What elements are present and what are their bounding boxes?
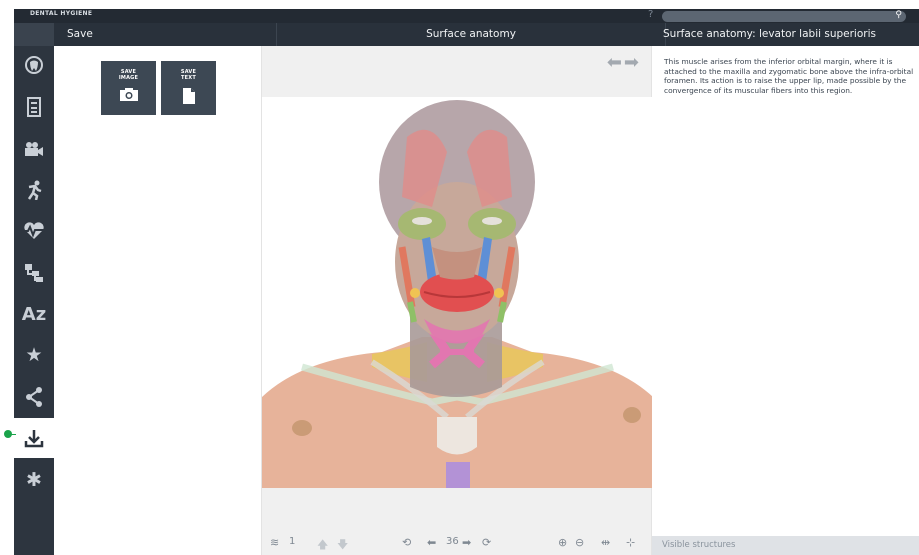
app-window: DENTAL HYGIENE ? ⚲ Az ★ ✱ Save Surface a… [4,0,919,555]
layers-icon[interactable]: ≋ [270,536,279,549]
tooth-icon[interactable] [14,46,54,86]
search-icon[interactable]: ⚲ [895,10,902,20]
nav-arrows[interactable]: ⬅➡ [607,52,641,73]
hierarchy-icon[interactable] [14,253,54,293]
sidebar-header [14,23,54,46]
save-panel-title: Save [67,28,93,40]
book-icon[interactable] [14,87,54,127]
az-icon[interactable]: Az [14,294,54,334]
zoom-out-icon[interactable]: ⊖ [575,536,584,549]
rotation-steps: 36 [446,536,459,547]
3d-model[interactable] [262,97,653,488]
camera-icon [119,88,138,101]
visible-structures-label: Visible structures [662,540,736,550]
step-forward-icon[interactable]: ➡ [462,536,471,549]
pointer-line [10,434,16,435]
info-panel: This muscle arises from the inferior orb… [652,46,919,555]
top-bar: DENTAL HYGIENE ? ⚲ [14,9,919,23]
running-person-icon[interactable] [14,170,54,210]
sidebar: Az ★ ✱ [14,23,54,555]
rotate-right-icon[interactable]: ⟳ [482,536,491,549]
layer-count: 1 [289,536,296,547]
save-image-button[interactable]: SAVE IMAGE [101,61,156,115]
save-image-label-line2: IMAGE [118,75,139,81]
app-title: DENTAL HYGIENE [30,10,93,17]
save-panel: SAVE IMAGE SAVE TEXT [54,46,261,555]
layer-down-icon[interactable]: 🡇 [337,536,348,555]
step-back-icon[interactable]: ⬅ [427,536,436,549]
gear-icon[interactable]: ✱ [14,460,54,500]
search-input[interactable]: ⚲ [662,10,906,22]
back-arrow-icon[interactable]: ⬅ [607,52,624,73]
share-icon[interactable] [14,377,54,417]
heartbeat-icon[interactable] [14,211,54,251]
star-icon[interactable]: ★ [14,335,54,375]
help-icon[interactable]: ? [648,9,653,20]
zoom-in-icon[interactable]: ⊕ [558,536,567,549]
video-icon[interactable] [14,129,54,169]
viewer-title: Surface anatomy [276,23,666,46]
save-text-button[interactable]: SAVE TEXT [161,61,216,115]
save-text-label-line2: TEXT [181,75,196,81]
anatomy-viewer[interactable]: ⬅➡ ≋ 1 🡅 🡇 ⟲ ⬅ 36 ➡ ⟳ ⊕ ⊖ ⇹ ⊹ [261,46,653,555]
split-view-icon[interactable]: ⇹ [601,536,610,549]
document-icon [182,88,195,104]
structure-description: This muscle arises from the inferior orb… [664,57,914,95]
download-icon[interactable] [14,418,54,458]
info-title: Surface anatomy: levator labii superiori… [663,28,876,40]
center-view-icon[interactable]: ⊹ [626,536,635,549]
forward-arrow-icon[interactable]: ➡ [624,52,641,73]
panel-header: Save Surface anatomy Surface anatomy: le… [54,23,919,46]
layer-up-icon[interactable]: 🡅 [317,536,328,555]
visible-structures-bar[interactable]: Visible structures [652,536,919,555]
rotate-left-icon[interactable]: ⟲ [402,536,411,549]
viewer-toolbar: ≋ 1 🡅 🡇 ⟲ ⬅ 36 ➡ ⟳ ⊕ ⊖ ⇹ ⊹ [262,533,653,555]
